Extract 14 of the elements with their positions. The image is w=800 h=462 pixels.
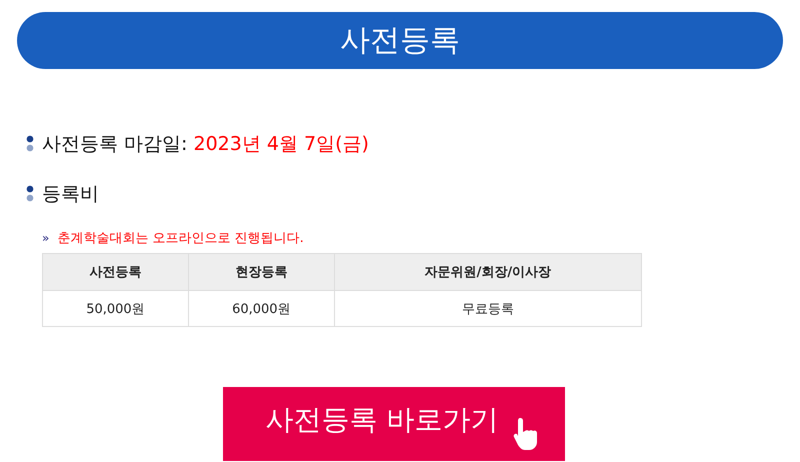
notice-text: 춘계학술대회는 오프라인으로 진행됩니다. [57, 230, 304, 247]
table-cell: 50,000원 [42, 290, 188, 326]
column-header: 현장등록 [188, 254, 334, 290]
column-header: 사전등록 [42, 254, 188, 290]
section-label: 사전등록 마감일: 2023년 4월 7일(금) [42, 132, 369, 157]
table-cell: 무료등록 [334, 290, 642, 326]
column-header: 자문위원/회장/이사장 [334, 254, 642, 290]
table-cell: 60,000원 [188, 290, 334, 326]
page-title: 사전등록 [17, 12, 783, 69]
notice-marker: » [42, 231, 50, 245]
bullet-icon [26, 135, 34, 153]
section-label: 등록비 [42, 182, 99, 207]
register-button[interactable]: 사전등록 바로가기 [223, 387, 565, 461]
bullet-icon [26, 185, 34, 203]
